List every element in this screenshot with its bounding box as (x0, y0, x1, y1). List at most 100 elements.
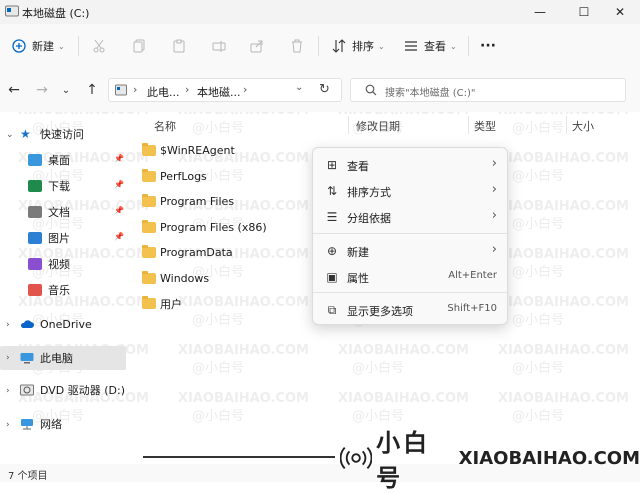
address-bar[interactable]: › 此电... › 本地磁... › ⌄ ↻ (108, 78, 342, 102)
paste-button[interactable] (172, 24, 186, 68)
refresh-icon[interactable]: ↻ (319, 82, 330, 97)
sidebar-item-3[interactable]: 图片 (28, 226, 128, 250)
watermark-tile-cn: @小白号 (352, 360, 404, 376)
file-row[interactable]: $WinREAgent (142, 138, 235, 163)
up-button[interactable]: ↑ (82, 80, 102, 100)
rename-button[interactable] (212, 24, 226, 68)
sidebar-item-label: 此电脑 (40, 352, 73, 365)
chevron-down-icon: ⌄ (450, 41, 457, 51)
cut-button[interactable] (92, 24, 106, 68)
watermark-tile-cn: @小白号 (512, 408, 564, 424)
search-placeholder: 搜索"本地磁盘 (C:)" (385, 88, 476, 99)
file-row[interactable]: 用户 (142, 291, 182, 316)
sidebar-item-label: 网络 (40, 418, 62, 431)
sidebar-item-4[interactable]: 视频 (28, 252, 128, 276)
share-button[interactable] (250, 24, 264, 68)
address-history-dropdown[interactable]: ⌄ (295, 82, 303, 93)
drive-icon (115, 84, 127, 96)
context-menu-label: 新建 (347, 246, 369, 259)
pin-icon: 📌 (114, 180, 124, 189)
context-menu-label: 属性 (347, 272, 369, 285)
close-button[interactable]: ✕ (600, 0, 640, 24)
folder-icon (142, 245, 156, 258)
breadcrumb-local-disk[interactable]: 本地磁... (197, 84, 241, 100)
file-name: PerfLogs (160, 169, 207, 183)
paste-icon (173, 39, 185, 53)
watermark-tile-en: XIAOBAIHAO.COM (338, 391, 469, 406)
file-row[interactable]: ProgramData (142, 240, 233, 265)
back-button[interactable]: ← (4, 80, 24, 100)
command-bar: 新建 ⌄ 排序 ⌄ 查看 ⌄ ··· (0, 24, 640, 69)
column-divider (348, 116, 349, 134)
recent-locations-button[interactable]: ⌄ (56, 80, 76, 100)
context-menu-label: 排序方式 (347, 186, 391, 199)
sidebar-item-onedrive[interactable]: OneDrive (20, 312, 128, 336)
download-icon (28, 180, 42, 192)
context-menu-item-3[interactable]: ⊕ 新建 › (317, 239, 503, 263)
sidebar-item-this-pc[interactable]: › 此电脑 (0, 346, 126, 370)
watermark-tile-en: XIAOBAIHAO.COM (498, 391, 629, 406)
more-options-button[interactable]: ··· (480, 24, 496, 68)
sidebar-item-label: 音乐 (48, 284, 70, 297)
chevron-down-icon: ⌄ (61, 84, 71, 96)
context-menu-item-2[interactable]: ☰ 分组依据 › (317, 205, 503, 229)
search-input[interactable]: 搜索"本地磁盘 (C:)" (350, 78, 626, 102)
folder-icon (142, 168, 156, 182)
copy-button[interactable] (132, 24, 146, 68)
toolbar-divider (78, 36, 79, 56)
context-menu-item-1[interactable]: ⇅ 排序方式 › (317, 179, 503, 203)
cloud-icon (20, 320, 34, 328)
address-row: ← → ⌄ ↑ › 此电... › 本地磁... › ⌄ ↻ 搜索"本地磁盘 (… (0, 68, 640, 112)
chevron-down-icon: ⌄ (58, 41, 65, 51)
title-bar: 本地磁盘 (C:) — ☐ ✕ (0, 0, 640, 24)
share-icon (250, 40, 263, 53)
context-menu: ⊞ 查看 › ⇅ 排序方式 › ☰ 分组依据 › ⊕ 新建 › ▣ 属性 Alt+Enter ⧉ 显示更多选项 S… (312, 147, 508, 325)
minimize-button[interactable]: — (520, 0, 560, 24)
column-header-size[interactable]: 大小 (572, 118, 594, 142)
sidebar-item-label: OneDrive (40, 317, 92, 331)
file-name: Windows (160, 271, 210, 285)
file-row[interactable]: Windows (142, 266, 209, 291)
sort-label: 排序 (352, 40, 374, 53)
pin-icon: 📌 (114, 206, 124, 215)
sidebar-item-0[interactable]: 桌面 (28, 148, 128, 172)
column-header-type[interactable]: 类型 (474, 118, 496, 142)
context-menu-item-4[interactable]: ▣ 属性 Alt+Enter (317, 265, 503, 289)
chevron-right-icon[interactable]: › (6, 320, 10, 330)
view-button[interactable]: 查看 ⌄ (404, 24, 457, 68)
file-row[interactable]: PerfLogs (142, 164, 207, 189)
sidebar-item-label: 图片 (48, 232, 70, 245)
folder-icon (142, 270, 156, 284)
sidebar-item-1[interactable]: 下载 (28, 174, 128, 198)
sidebar-item-network[interactable]: 网络 (20, 412, 128, 436)
broadcast-icon (340, 446, 373, 470)
new-button[interactable]: 新建 ⌄ (12, 24, 65, 68)
folder-icon (142, 143, 156, 156)
menu-divider (313, 292, 507, 293)
grid-view-icon: ⊞ (326, 158, 338, 172)
chevron-right-icon[interactable]: › (6, 386, 10, 396)
sidebar-item-5[interactable]: 音乐 (28, 278, 128, 302)
breadcrumb-this-pc[interactable]: 此电... (147, 84, 180, 100)
delete-button[interactable] (290, 24, 304, 68)
context-menu-item-0[interactable]: ⊞ 查看 › (317, 153, 503, 177)
sidebar-item-2[interactable]: 文档 (28, 200, 128, 224)
sidebar-item-dvd-drive[interactable]: DVD 驱动器 (D:) CI (20, 378, 128, 402)
document-icon (28, 206, 42, 218)
sidebar-item-quick-access[interactable]: ★ 快速访问 (20, 122, 128, 146)
chevron-right-icon[interactable]: › (6, 420, 10, 430)
chevron-down-icon[interactable]: ⌄ (6, 130, 14, 140)
column-header-modified[interactable]: 修改日期 (356, 118, 400, 142)
file-row[interactable]: Program Files (x86) (142, 215, 267, 240)
watermark-line (143, 456, 335, 458)
context-menu-label: 分组依据 (347, 212, 391, 225)
context-menu-label: 查看 (347, 160, 369, 173)
sort-button[interactable]: 排序 ⌄ (332, 24, 385, 68)
file-row[interactable]: Program Files (142, 189, 234, 214)
toolbar-divider (318, 36, 319, 56)
context-menu-item-5[interactable]: ⧉ 显示更多选项 Shift+F10 (317, 298, 503, 322)
maximize-button[interactable]: ☐ (564, 0, 604, 24)
forward-button[interactable]: → (32, 80, 52, 100)
chevron-right-icon[interactable]: › (0, 353, 20, 363)
chevron-right-icon: › (491, 208, 497, 223)
